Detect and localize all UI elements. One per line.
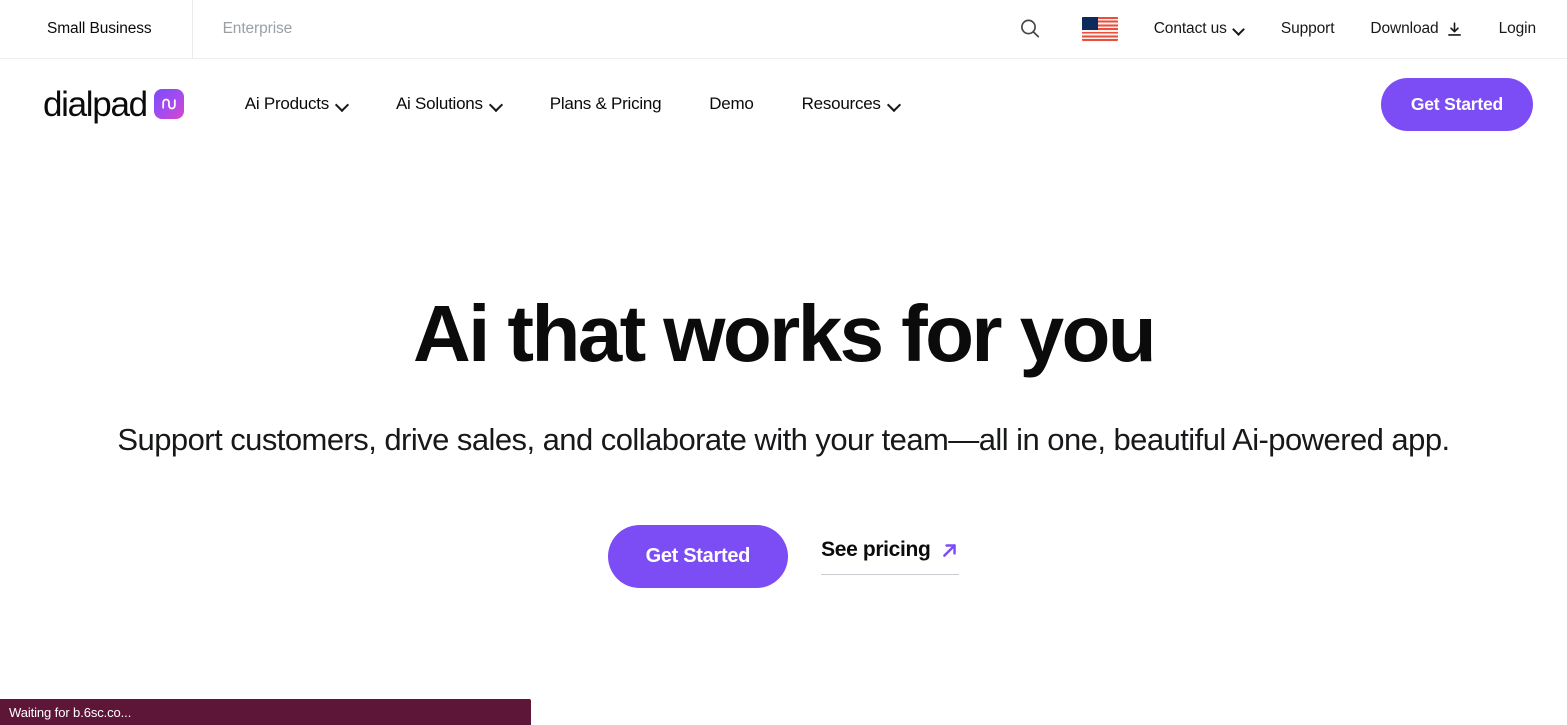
hero-headline: Ai that works for you	[412, 289, 1157, 378]
see-pricing-label: See pricing	[821, 538, 931, 562]
top-link-support-label: Support	[1280, 20, 1335, 37]
flag-canton	[1081, 17, 1098, 30]
nav-item-plans-pricing-label: Plans & Pricing	[549, 94, 662, 113]
download-icon	[1447, 21, 1461, 36]
top-link-login[interactable]: Login	[1498, 20, 1537, 38]
top-link-support[interactable]: Support	[1281, 20, 1335, 38]
search-button[interactable]	[1018, 17, 1042, 41]
see-pricing-link[interactable]: See pricing	[821, 538, 960, 576]
nav-item-ai-products-label: Ai Products	[244, 94, 329, 113]
nav-item-demo-label: Demo	[709, 94, 754, 113]
dialpad-logo[interactable]: dialpad	[43, 87, 184, 122]
browser-status-bar: Waiting for b.6sc.co...	[0, 699, 531, 725]
nav-item-ai-solutions[interactable]: Ai Solutions	[396, 94, 502, 114]
hero-cta-group: Get Started See pricing	[0, 525, 1567, 589]
segment-tab-enterprise[interactable]: Enterprise	[193, 0, 331, 58]
nav-item-demo[interactable]: Demo	[709, 94, 754, 114]
segment-tab-enterprise-label: Enterprise	[222, 20, 293, 37]
logo-wordmark: dialpad	[43, 84, 148, 124]
top-link-contact-us-label: Contact us	[1153, 20, 1227, 37]
audience-segment-tabs: Small Business Enterprise	[0, 0, 330, 58]
top-link-download[interactable]: Download	[1370, 20, 1462, 38]
nav-item-ai-products[interactable]: Ai Products	[245, 94, 348, 114]
nav-item-ai-solutions-label: Ai Solutions	[395, 94, 483, 113]
nav-item-resources-label: Resources	[801, 94, 881, 113]
arrow-up-right-icon	[943, 543, 957, 557]
ai-badge-icon	[153, 89, 184, 119]
page-root: Small Business Enterprise Contact us Sup…	[0, 0, 1567, 725]
top-link-download-label: Download	[1370, 20, 1439, 37]
header-get-started-button[interactable]: Get Started	[1380, 77, 1533, 131]
us-flag-icon[interactable]	[1081, 17, 1118, 41]
segment-tab-small-business[interactable]: Small Business	[0, 0, 193, 58]
primary-nav-items: Ai Products Ai Solutions Plans & Pricing…	[245, 94, 900, 114]
search-icon	[1020, 19, 1039, 38]
chevron-down-icon	[337, 99, 348, 110]
nav-item-resources[interactable]: Resources	[802, 94, 900, 114]
top-utility-right-group: Contact us Support Download Login	[1018, 0, 1567, 58]
hero-section: Ai that works for you Support customers,…	[0, 149, 1567, 589]
top-link-login-label: Login	[1498, 20, 1537, 37]
nav-item-plans-pricing[interactable]: Plans & Pricing	[550, 94, 662, 114]
ai-wave-glyph	[162, 98, 176, 110]
top-utility-bar: Small Business Enterprise Contact us Sup…	[0, 0, 1567, 59]
main-navigation-bar: dialpad Ai Products Ai Solutions Plans &…	[0, 59, 1567, 149]
chevron-down-icon	[889, 99, 900, 110]
chevron-down-icon	[1234, 24, 1245, 35]
hero-subheadline: Support customers, drive sales, and coll…	[117, 422, 1450, 457]
segment-tab-small-business-label: Small Business	[47, 20, 152, 37]
top-link-contact-us[interactable]: Contact us	[1154, 20, 1245, 38]
chevron-down-icon	[491, 99, 502, 110]
hero-get-started-button[interactable]: Get Started	[607, 525, 789, 589]
